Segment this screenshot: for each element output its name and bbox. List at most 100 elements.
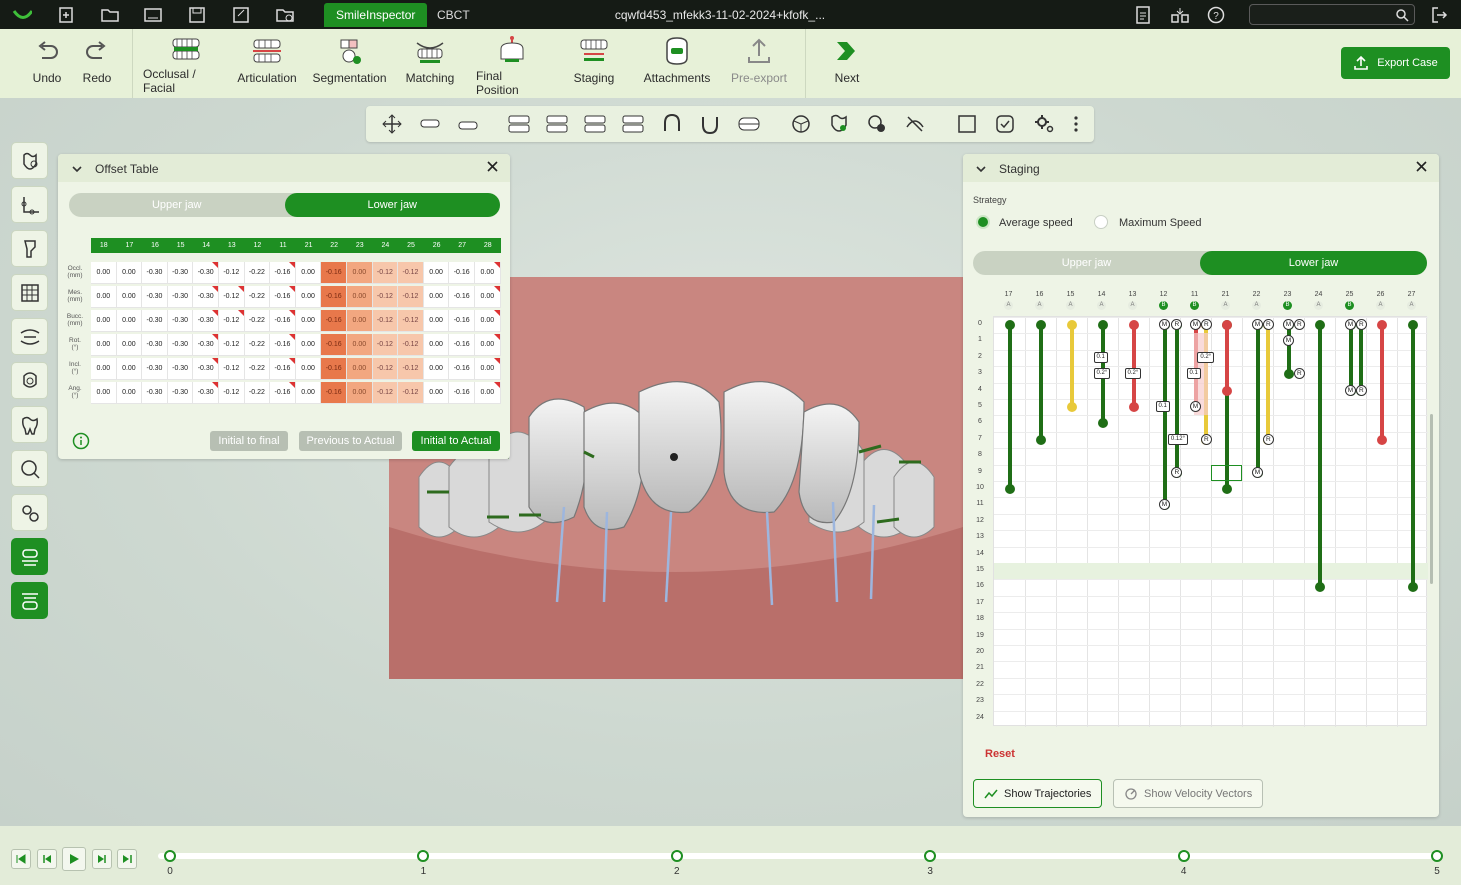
offset-cell[interactable]: -0.12 [219, 358, 245, 380]
offset-cell[interactable]: -0.16 [270, 310, 296, 332]
offset-cell[interactable]: -0.16 [321, 310, 347, 332]
staging-scrollbar[interactable] [1430, 414, 1433, 584]
movement-marker-icon[interactable]: M [1283, 319, 1294, 330]
offset-cell[interactable]: -0.16 [321, 262, 347, 284]
tooth-settings-icon[interactable] [826, 112, 852, 136]
stage-endpoint-dot[interactable] [1035, 320, 1046, 330]
tooth-movement-bar[interactable] [1224, 325, 1229, 391]
offset-cell[interactable]: 0.00 [475, 286, 501, 308]
staging-jaw-toggle[interactable]: Upper jaw Lower jaw [973, 251, 1427, 275]
offset-cell[interactable]: -0.12 [372, 358, 399, 380]
rotation-marker-icon[interactable]: R [1293, 368, 1305, 380]
undo-button[interactable]: Undo [27, 35, 67, 93]
offset-cell[interactable]: -0.12 [219, 310, 245, 332]
sidebar-bite-button[interactable] [11, 318, 48, 355]
stage-endpoint-dot[interactable] [1128, 402, 1139, 412]
offset-cell[interactable]: -0.30 [142, 358, 168, 380]
movement-marker-icon[interactable]: M [1159, 319, 1170, 330]
offset-cell[interactable]: -0.30 [193, 382, 219, 404]
offset-cell[interactable]: -0.16 [270, 334, 296, 356]
offset-cell[interactable]: -0.30 [142, 310, 168, 332]
show-velocity-vectors-button[interactable]: Show Velocity Vectors [1113, 779, 1264, 808]
tooth-movement-bar[interactable] [1162, 325, 1167, 506]
offset-cell[interactable]: 0.00 [91, 382, 117, 404]
offset-cell[interactable]: -0.30 [167, 262, 194, 284]
offset-cell[interactable]: -0.16 [270, 358, 296, 380]
staging-grid[interactable]: M R M R M R M R M R M R M R R M M R M R 0.1 0.2° 0.2° 0.1 0.12° 0… [993, 316, 1428, 727]
staging-upper-jaw-tab[interactable]: Upper jaw [973, 251, 1200, 275]
stage-endpoint-dot[interactable] [1376, 434, 1387, 445]
lower-jaw-view-icon[interactable] [455, 112, 481, 136]
offset-cell[interactable]: 0.00 [295, 262, 322, 284]
offset-cell[interactable]: -0.16 [449, 310, 475, 332]
close-icon[interactable] [1416, 161, 1427, 175]
offset-cell[interactable]: -0.16 [449, 334, 475, 356]
offset-cell[interactable]: 0.00 [116, 382, 143, 404]
offset-cell[interactable]: -0.12 [398, 334, 424, 356]
offset-cell[interactable]: -0.16 [449, 286, 475, 308]
offset-cell[interactable]: 0.00 [116, 310, 143, 332]
offset-cell[interactable]: -0.22 [244, 358, 271, 380]
help-icon[interactable]: ? [1206, 5, 1226, 25]
offset-cell[interactable]: 0.00 [347, 334, 373, 356]
info-icon[interactable] [72, 432, 90, 455]
offset-cell[interactable]: 0.00 [423, 358, 450, 380]
bite-view-icon[interactable] [736, 112, 762, 136]
rotation-marker-icon[interactable]: R [1200, 433, 1212, 445]
offset-cell[interactable]: -0.22 [244, 286, 271, 308]
offset-cell[interactable]: 0.00 [295, 286, 322, 308]
offset-cell[interactable]: -0.30 [142, 382, 168, 404]
offset-cell[interactable]: -0.30 [193, 334, 219, 356]
offset-cell[interactable]: 0.00 [116, 262, 143, 284]
stage-endpoint-dot[interactable] [1004, 484, 1015, 494]
offset-cell[interactable]: -0.12 [398, 310, 424, 332]
staging-lower-jaw-tab[interactable]: Lower jaw [1200, 251, 1427, 275]
offset-cell[interactable]: -0.12 [372, 310, 399, 332]
offset-cell[interactable]: 0.00 [116, 334, 143, 356]
play-button[interactable] [62, 847, 86, 871]
offset-cell[interactable]: 0.00 [475, 382, 501, 404]
previous-to-actual-button[interactable]: Previous to Actual [299, 431, 402, 451]
offset-cell[interactable]: 0.00 [91, 358, 117, 380]
offset-cell[interactable]: -0.30 [193, 358, 219, 380]
stage-endpoint-dot[interactable] [1407, 320, 1418, 330]
timeline-marker[interactable] [1177, 850, 1190, 862]
offset-cell[interactable]: -0.12 [398, 382, 424, 404]
offset-cell[interactable]: 0.00 [295, 334, 322, 356]
offset-cell[interactable]: 0.00 [347, 382, 373, 404]
offset-cell[interactable]: -0.16 [449, 262, 475, 284]
offset-cell[interactable]: -0.30 [167, 358, 194, 380]
left-view-icon[interactable] [544, 112, 570, 136]
attachments-button[interactable]: Attachments [641, 35, 713, 93]
next-button[interactable]: Next [827, 35, 867, 93]
sidebar-staging-lower-button[interactable] [11, 582, 48, 619]
stage-endpoint-dot[interactable] [1283, 369, 1294, 380]
more-options-icon[interactable] [1063, 112, 1089, 136]
offset-cell[interactable]: -0.30 [167, 334, 194, 356]
tooth-mask-icon[interactable] [864, 112, 890, 136]
offset-cell[interactable]: -0.30 [142, 262, 168, 284]
tab-smileinspector[interactable]: SmileInspector [324, 3, 428, 27]
tooth-movement-bar[interactable] [1038, 325, 1043, 440]
offset-cell[interactable]: 0.00 [91, 334, 117, 356]
sidebar-inspect-button[interactable] [11, 450, 48, 487]
check-icon[interactable] [992, 112, 1018, 136]
rotation-marker-icon[interactable]: R [1293, 319, 1305, 330]
rotation-marker-icon[interactable]: R [1200, 319, 1212, 330]
offset-cell[interactable]: 0.00 [475, 358, 501, 380]
offset-cell[interactable]: 0.00 [295, 310, 322, 332]
offset-cell[interactable]: -0.16 [321, 286, 347, 308]
offset-cell[interactable]: -0.30 [142, 286, 168, 308]
offset-cell[interactable]: -0.16 [270, 286, 296, 308]
offset-cell[interactable]: -0.12 [372, 334, 399, 356]
offset-cell[interactable]: 0.00 [295, 358, 322, 380]
rotation-marker-icon[interactable]: R [1262, 433, 1274, 445]
select-box-icon[interactable] [954, 112, 980, 136]
tooth-movement-bar[interactable] [1379, 325, 1384, 440]
offset-cell[interactable]: -0.22 [244, 382, 271, 404]
timeline-marker[interactable] [1431, 850, 1443, 862]
lower-arch-icon[interactable] [697, 112, 723, 136]
sidebar-case-info-button[interactable] [11, 142, 48, 179]
stage-endpoint-dot[interactable] [1066, 402, 1077, 412]
matching-button[interactable]: Matching [402, 35, 458, 93]
